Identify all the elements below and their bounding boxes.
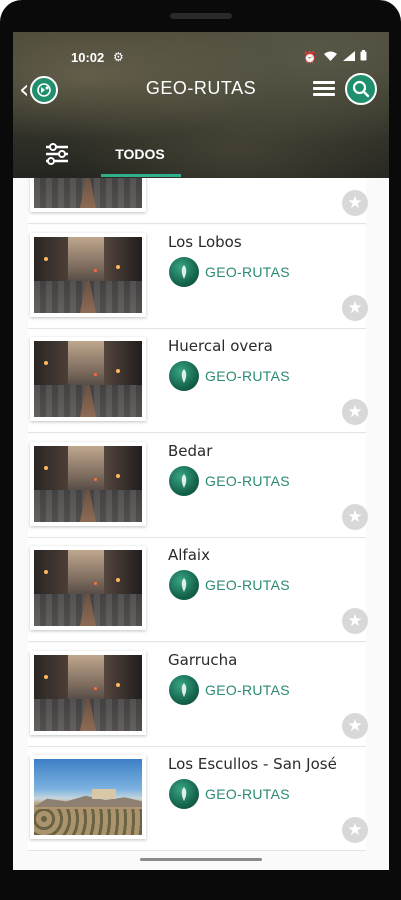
route-thumbnail — [30, 651, 146, 735]
author-name: GEO-RUTAS — [205, 682, 290, 698]
route-author[interactable]: GEO-RUTAS — [169, 257, 290, 287]
favorite-button[interactable]: ★ — [342, 295, 368, 321]
battery-icon — [360, 50, 367, 64]
route-author[interactable]: GEO-RUTAS — [169, 779, 290, 809]
status-time: 10:02 — [71, 50, 105, 65]
street-night-thumbnail — [34, 655, 142, 731]
favorite-button[interactable]: ★ — [342, 713, 368, 739]
filter-sliders-icon — [46, 143, 68, 165]
author-name: GEO-RUTAS — [205, 577, 290, 593]
route-thumbnail — [30, 755, 146, 839]
star-icon: ★ — [347, 401, 363, 422]
author-avatar — [169, 361, 199, 391]
route-card[interactable]: ★ — [28, 178, 368, 224]
route-thumbnail — [30, 233, 146, 317]
favorite-button[interactable]: ★ — [342, 190, 368, 216]
favorite-button[interactable]: ★ — [342, 608, 368, 634]
route-author[interactable]: GEO-RUTAS — [169, 361, 290, 391]
tab-todos[interactable]: TODOS — [99, 132, 181, 178]
wifi-icon — [324, 51, 343, 64]
route-card[interactable]: Huercal overa GEO-RUTAS ★ — [28, 329, 368, 433]
route-title: Alfaix — [168, 546, 210, 564]
speaker-grille — [170, 13, 232, 19]
app-screen: 10:02 ⚙ ⏰ ‹ GEO-RUTAS TODOS ★ Los Lobos … — [13, 32, 389, 870]
search-icon — [352, 80, 370, 98]
nav-bar: ‹ GEO-RUTAS — [13, 72, 389, 116]
route-list[interactable]: ★ Los Lobos GEO-RUTAS ★ Huercal overa GE… — [13, 178, 389, 870]
route-title: Huercal overa — [168, 337, 273, 355]
tab-active-indicator — [101, 174, 181, 177]
route-card[interactable]: Los Lobos GEO-RUTAS ★ — [28, 225, 368, 329]
route-title: Bedar — [168, 442, 213, 460]
star-icon: ★ — [347, 819, 363, 840]
favorite-button[interactable]: ★ — [342, 399, 368, 425]
hamburger-menu-icon[interactable] — [313, 78, 337, 102]
street-night-thumbnail — [34, 550, 142, 626]
route-thumbnail — [30, 546, 146, 630]
home-indicator[interactable] — [140, 858, 262, 861]
signal-icon — [342, 51, 361, 64]
author-avatar — [169, 675, 199, 705]
route-card[interactable]: Garrucha GEO-RUTAS ★ — [28, 643, 368, 747]
star-icon: ★ — [347, 192, 363, 213]
device-bottom-bezel — [0, 870, 401, 900]
star-icon: ★ — [347, 297, 363, 318]
route-title: Los Lobos — [168, 233, 242, 251]
author-avatar — [169, 570, 199, 600]
app-header: 10:02 ⚙ ⏰ ‹ GEO-RUTAS TODOS — [13, 32, 389, 178]
phone-frame: 10:02 ⚙ ⏰ ‹ GEO-RUTAS TODOS ★ Los Lobos … — [0, 0, 401, 900]
search-button[interactable] — [345, 73, 377, 105]
author-name: GEO-RUTAS — [205, 368, 290, 384]
route-thumbnail — [30, 178, 146, 212]
route-title: Garrucha — [168, 651, 238, 669]
route-card[interactable]: Alfaix GEO-RUTAS ★ — [28, 538, 368, 642]
coast-landscape-thumbnail — [34, 759, 142, 835]
author-name: GEO-RUTAS — [205, 786, 290, 802]
status-icons: ⏰ — [303, 50, 367, 64]
author-avatar — [169, 466, 199, 496]
street-night-thumbnail — [34, 178, 142, 208]
star-icon: ★ — [347, 506, 363, 527]
route-author[interactable]: GEO-RUTAS — [169, 570, 290, 600]
filter-button[interactable] — [43, 140, 71, 168]
status-bar: 10:02 ⚙ ⏰ — [13, 32, 389, 68]
author-name: GEO-RUTAS — [205, 473, 290, 489]
street-night-thumbnail — [34, 446, 142, 522]
alarm-icon: ⏰ — [303, 51, 319, 64]
author-avatar — [169, 257, 199, 287]
favorite-button[interactable]: ★ — [342, 817, 368, 843]
star-icon: ★ — [347, 610, 363, 631]
street-night-thumbnail — [34, 341, 142, 417]
route-thumbnail — [30, 337, 146, 421]
author-avatar — [169, 779, 199, 809]
route-thumbnail — [30, 442, 146, 526]
favorite-button[interactable]: ★ — [342, 504, 368, 530]
tab-bar: TODOS — [13, 132, 389, 178]
route-author[interactable]: GEO-RUTAS — [169, 675, 290, 705]
street-night-thumbnail — [34, 237, 142, 313]
route-title: Los Escullos - San José — [168, 755, 337, 773]
star-icon: ★ — [347, 715, 363, 736]
route-author[interactable]: GEO-RUTAS — [169, 466, 290, 496]
route-card[interactable]: Bedar GEO-RUTAS ★ — [28, 434, 368, 538]
author-name: GEO-RUTAS — [205, 264, 290, 280]
settings-gear-icon: ⚙ — [113, 50, 124, 64]
route-card[interactable]: Los Escullos - San José GEO-RUTAS ★ — [28, 747, 368, 851]
